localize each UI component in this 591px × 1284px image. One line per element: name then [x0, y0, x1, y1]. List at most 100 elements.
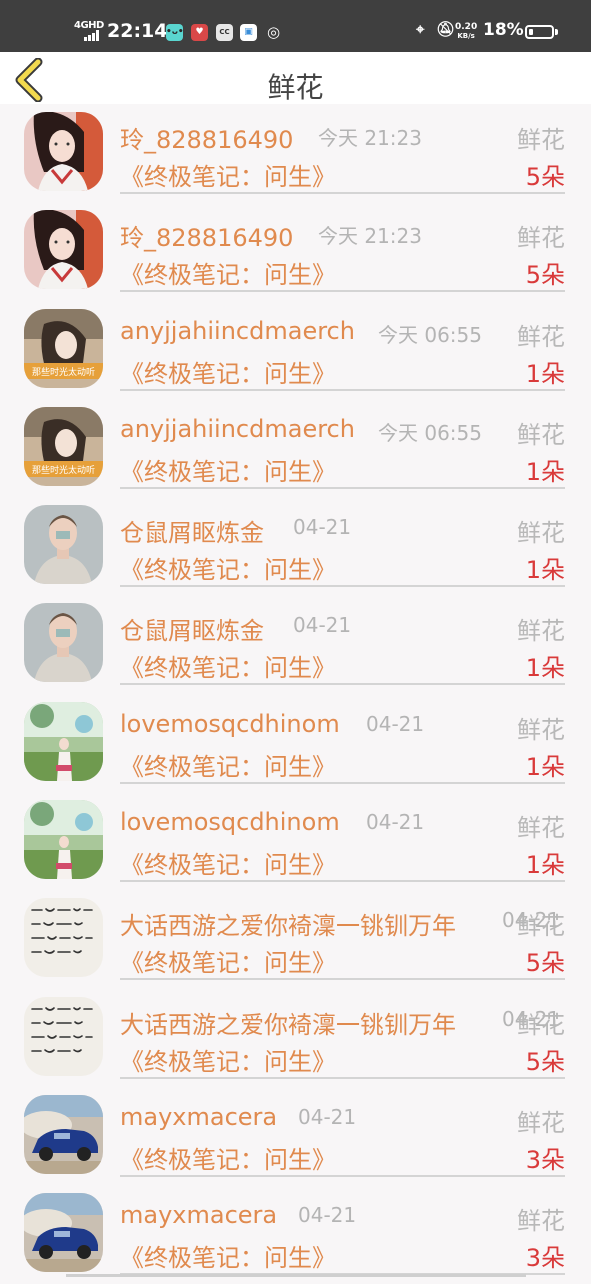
book-title[interactable]: 《终极笔记：问生》	[120, 1042, 336, 1077]
avatar[interactable]: 那些时光太动听	[24, 406, 103, 486]
list-item[interactable]: 那些时光太动听 anyjjahiincdmaerch 今天 06:55 鲜花 《…	[0, 301, 591, 399]
avatar[interactable]	[24, 800, 103, 880]
status-bar: 4GHD 22:14 •ᴗ• ♥ CC ▣ ◎ ⌖ 🔕︎ 0.20 KB/s 1…	[0, 0, 591, 52]
list-item[interactable]: mayxmacera 04-21 鲜花 《终极笔记：问生》 3朵	[0, 1185, 591, 1283]
book-title[interactable]: 《终极笔记：问生》	[120, 648, 336, 683]
battery-level	[529, 29, 533, 35]
book-title[interactable]: 《终极笔记：问生》	[120, 943, 336, 978]
avatar[interactable]	[24, 505, 103, 585]
username[interactable]: anyjjahiincdmaerch	[120, 415, 355, 443]
gift-quantity: 1朵	[525, 359, 565, 388]
list-item[interactable]: 仓鼠屑眍炼金 04-21 鲜花 《终极笔记：问生》 1朵	[0, 497, 591, 595]
avatar[interactable]	[24, 1193, 103, 1273]
username[interactable]: anyjjahiincdmaerch	[120, 317, 355, 345]
username[interactable]: lovemosqcdhinom	[120, 808, 340, 836]
divider	[120, 585, 565, 588]
svg-text:那些时光太动听: 那些时光太动听	[32, 464, 95, 476]
gift-quantity: 1朵	[525, 654, 565, 683]
list-item[interactable]: 那些时光太动听 anyjjahiincdmaerch 今天 06:55 鲜花 《…	[0, 399, 591, 497]
gift-quantity: 3朵	[525, 1145, 565, 1174]
gift-type: 鲜花	[517, 126, 565, 154]
divider	[120, 486, 565, 489]
list-item[interactable]: 玲_828816490 今天 21:23 鲜花 《终极笔记：问生》 5朵	[0, 104, 591, 202]
gift-time: 04-21	[293, 515, 352, 540]
list-item[interactable]: 玲_828816490 今天 21:23 鲜花 《终极笔记：问生》 5朵	[0, 202, 591, 300]
location-icon: ⌖	[416, 20, 425, 38]
book-title[interactable]: 《终极笔记：问生》	[120, 157, 336, 192]
gift-type: 鲜花	[517, 1010, 565, 1039]
gift-quantity: 5朵	[525, 949, 565, 978]
avatar[interactable]	[24, 1094, 103, 1174]
book-title[interactable]: 《终极笔记：问生》	[120, 1140, 336, 1175]
avatar[interactable]	[24, 603, 103, 683]
divider	[120, 781, 565, 784]
divider	[120, 880, 565, 883]
nav-bar: 鲜花	[0, 52, 591, 104]
list-item[interactable]: 仓鼠屑眍炼金 04-21 鲜花 《终极笔记：问生》 1朵	[0, 595, 591, 693]
username[interactable]: 大话西游之爱你裿澟一铫钏万年	[120, 1005, 456, 1040]
book-title[interactable]: 《终极笔记：问生》	[120, 747, 336, 782]
book-title[interactable]: 《终极笔记：问生》	[120, 1238, 336, 1273]
gift-quantity: 5朵	[525, 163, 565, 191]
divider	[120, 683, 565, 686]
username[interactable]: 仓鼠屑眍炼金	[120, 513, 264, 548]
divider	[120, 1174, 565, 1177]
mute-icon: 🔕︎	[436, 20, 456, 38]
avatar[interactable]	[24, 112, 103, 191]
page-title: 鲜花	[267, 71, 324, 104]
divider	[120, 290, 565, 293]
gift-quantity: 1朵	[525, 851, 565, 880]
battery-percent: 18%	[483, 20, 524, 40]
list-item[interactable]: mayxmacera 04-21 鲜花 《终极笔记：问生》 3朵	[0, 1087, 591, 1185]
username[interactable]: 仓鼠屑眍炼金	[120, 611, 264, 646]
gift-time: 04-21	[366, 810, 425, 835]
divider	[120, 978, 565, 981]
gift-type: 鲜花	[517, 420, 565, 449]
username[interactable]: 大话西游之爱你裿澟一铫钏万年	[120, 906, 456, 941]
list-item[interactable]: lovemosqcdhinom 04-21 鲜花 《终极笔记：问生》 1朵	[0, 792, 591, 890]
username[interactable]: mayxmacera	[120, 1201, 277, 1229]
gift-time: 今天 21:23	[318, 224, 422, 249]
book-title[interactable]: 《终极笔记：问生》	[120, 550, 336, 585]
gift-time: 04-21	[298, 1104, 357, 1129]
gift-type: 鲜花	[517, 1207, 565, 1236]
gift-type: 鲜花	[517, 1108, 565, 1137]
gift-list: 玲_828816490 今天 21:23 鲜花 《终极笔记：问生》 5朵 玲_8…	[0, 104, 591, 1284]
gift-time: 04-21	[293, 613, 352, 638]
avatar[interactable]	[24, 210, 103, 290]
gift-quantity: 1朵	[525, 457, 565, 486]
list-item[interactable]: 大话西游之爱你裿澟一铫钏万年 04-21 鲜花 《终极笔记：问生》 5朵	[0, 989, 591, 1087]
news-app-icon: CC	[216, 24, 233, 41]
divider	[120, 192, 565, 194]
scroll-indicator	[66, 1274, 526, 1277]
bilibili-app-icon: ▣	[240, 24, 257, 41]
gift-time: 今天 06:55	[378, 322, 482, 347]
clock: 22:14	[107, 20, 168, 42]
username[interactable]: 玲_828816490	[120, 120, 293, 155]
book-title[interactable]: 《终极笔记：问生》	[120, 354, 336, 389]
avatar[interactable]	[24, 898, 103, 978]
avatar[interactable]	[24, 701, 103, 781]
username[interactable]: mayxmacera	[120, 1103, 277, 1131]
gift-quantity: 3朵	[525, 1244, 565, 1273]
username[interactable]: 玲_828816490	[120, 218, 293, 253]
avatar[interactable]: 那些时光太动听	[24, 308, 103, 388]
chat-app-icon: •ᴗ•	[166, 24, 184, 41]
avatar[interactable]	[24, 996, 103, 1076]
gift-type: 鲜花	[517, 322, 565, 351]
username[interactable]: lovemosqcdhinom	[120, 710, 340, 738]
gift-time: 04-21	[366, 711, 425, 736]
battery-icon	[525, 25, 554, 39]
book-title[interactable]: 《终极笔记：问生》	[120, 452, 336, 487]
music-app-icon: ◎	[266, 23, 281, 41]
heart-app-icon: ♥	[191, 24, 208, 41]
network-speed: 0.20 KB/s	[455, 22, 478, 41]
battery-tip	[555, 29, 558, 35]
book-title[interactable]: 《终极笔记：问生》	[120, 255, 336, 290]
list-item[interactable]: 大话西游之爱你裿澟一铫钏万年 04-21 鲜花 《终极笔记：问生》 5朵	[0, 890, 591, 988]
gift-time: 今天 06:55	[378, 420, 482, 445]
list-item[interactable]: lovemosqcdhinom 04-21 鲜花 《终极笔记：问生》 1朵	[0, 694, 591, 792]
gift-quantity: 5朵	[525, 261, 565, 290]
book-title[interactable]: 《终极笔记：问生》	[120, 845, 336, 880]
gift-type: 鲜花	[517, 912, 565, 941]
